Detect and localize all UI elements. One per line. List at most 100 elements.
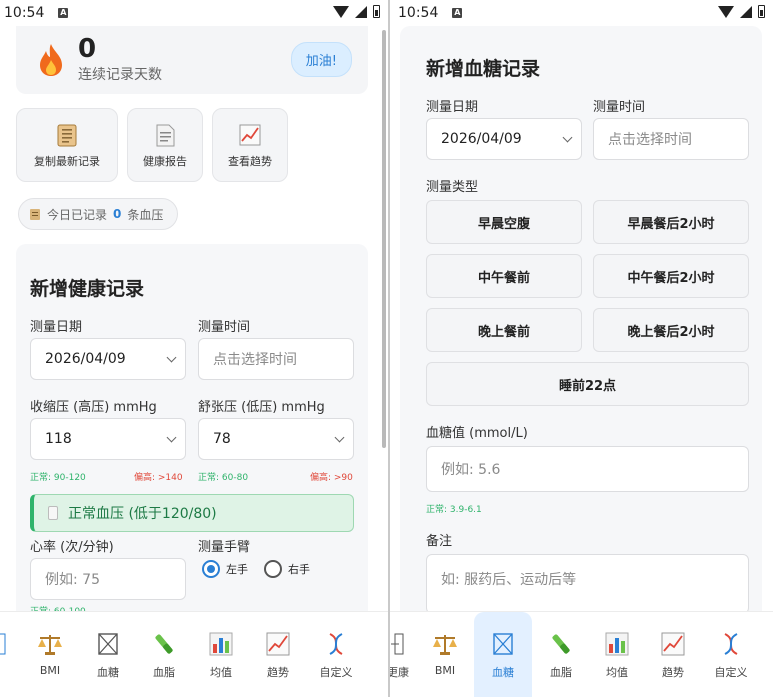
battery-icon bbox=[373, 5, 380, 18]
systolic-select[interactable]: 118 bbox=[30, 418, 186, 460]
today-count: 0 bbox=[113, 207, 122, 221]
note-textarea[interactable]: 如: 服药后、运动后等 bbox=[426, 554, 749, 614]
status-time: 10:54 bbox=[4, 5, 45, 21]
systolic-normal-text: 正常: 90-120 bbox=[30, 473, 86, 483]
nav-item-partial[interactable] bbox=[0, 612, 12, 697]
nav-label: 更康 bbox=[390, 666, 409, 679]
type-breakfast-2h-button[interactable]: 早晨餐后2小时 bbox=[593, 200, 749, 244]
glucose-icon bbox=[493, 633, 513, 655]
quick-action-label: 复制最新记录 bbox=[34, 155, 100, 168]
bp-status-text: 正常血压 (低于120/80) bbox=[68, 506, 217, 522]
systolic-label: 收缩压 (高压) mmHg bbox=[30, 400, 157, 415]
systolic-normal-hint: 正常: 90-120 bbox=[30, 470, 86, 483]
signal-icon bbox=[740, 5, 752, 18]
nav-item-average[interactable]: 均值 bbox=[589, 612, 645, 697]
type-dinner-2h-button[interactable]: 晚上餐后2小时 bbox=[593, 308, 749, 352]
arm-label: 测量手臂 bbox=[198, 540, 251, 555]
nav-label: 自定义 bbox=[319, 666, 353, 679]
nav-item-glucose[interactable]: 血糖 bbox=[474, 612, 532, 697]
diastolic-label: 舒张压 (低压) mmHg bbox=[198, 400, 325, 415]
systolic-value: 118 bbox=[45, 431, 72, 447]
nav-item-custom[interactable]: 自定义 bbox=[701, 612, 761, 697]
diastolic-select[interactable]: 78 bbox=[198, 418, 354, 460]
bar-chart-icon bbox=[209, 632, 233, 656]
date-value: 2026/04/09 bbox=[441, 131, 522, 147]
wifi-icon bbox=[718, 5, 734, 18]
date-select[interactable]: 2026/04/09 bbox=[30, 338, 186, 380]
nav-label: BMI bbox=[39, 664, 61, 677]
form-title: 新增健康记录 bbox=[30, 278, 145, 300]
time-input[interactable]: 点击选择时间 bbox=[198, 338, 354, 380]
today-suffix: 条血压 bbox=[127, 207, 164, 222]
trend-chart-icon bbox=[661, 632, 685, 656]
diastolic-normal-text: 正常: 60-80 bbox=[198, 473, 249, 483]
chevron-down-icon bbox=[166, 352, 177, 363]
nav-item-lipid[interactable]: 血脂 bbox=[533, 612, 589, 697]
diastolic-high-text: 偏高: >90 bbox=[310, 473, 353, 483]
nav-item-lipid[interactable]: 血脂 bbox=[136, 612, 192, 697]
today-record-pill: 今日已记录 0 条血压 bbox=[18, 198, 179, 230]
nav-item-custom[interactable]: 自定义 bbox=[306, 612, 366, 697]
nav-item-glucose[interactable]: 血糖 bbox=[80, 612, 136, 697]
date-label: 测量日期 bbox=[426, 100, 479, 115]
systolic-high-text: 偏高: >140 bbox=[134, 473, 183, 483]
chevron-down-icon bbox=[334, 432, 345, 443]
scale-icon bbox=[38, 635, 62, 655]
nav-item-average[interactable]: 均值 bbox=[193, 612, 249, 697]
custom-dna-icon bbox=[329, 633, 343, 655]
copy-latest-record-button[interactable]: 复制最新记录 bbox=[16, 108, 118, 182]
streak-card: 0 连续记录天数 加油! bbox=[16, 26, 368, 94]
lipid-icon bbox=[155, 634, 173, 654]
note-label: 备注 bbox=[426, 534, 453, 549]
glucose-normal-text: 正常: 3.9-6.1 bbox=[426, 505, 482, 515]
bottom-nav: BMI 血糖 血脂 均值 趋势 自定义 bbox=[0, 611, 388, 697]
form-title: 新增血糖记录 bbox=[426, 58, 541, 80]
arm-right-radio[interactable]: 右手 bbox=[264, 560, 310, 578]
nav-label: 血脂 bbox=[550, 666, 572, 679]
lipid-icon bbox=[552, 634, 570, 654]
today-prefix: 今日已记录 bbox=[47, 207, 108, 222]
type-before-lunch-button[interactable]: 中午餐前 bbox=[426, 254, 582, 298]
battery-icon bbox=[758, 5, 765, 18]
clipboard-icon bbox=[57, 124, 77, 147]
type-fasting-button[interactable]: 早晨空腹 bbox=[426, 200, 582, 244]
time-input[interactable]: 点击选择时间 bbox=[593, 118, 749, 160]
arm-left-radio[interactable]: 左手 bbox=[202, 560, 248, 578]
heart-rate-input[interactable]: 例如: 75 bbox=[30, 558, 186, 600]
view-trend-button[interactable]: 查看趋势 bbox=[212, 108, 288, 182]
nav-item-bmi[interactable]: BMI bbox=[417, 612, 473, 697]
streak-label: 连续记录天数 bbox=[78, 67, 162, 83]
nav-item-trend[interactable]: 趋势 bbox=[250, 612, 306, 697]
nav-item-trend[interactable]: 趋势 bbox=[645, 612, 701, 697]
glucose-label: 血糖值 (mmol/L) bbox=[426, 426, 528, 441]
blood-pressure-screen: 10:54 A 0 连续记录天数 加油! 复制最新记录 健康报告 查看趋势 今日… bbox=[0, 0, 388, 697]
date-select[interactable]: 2026/04/09 bbox=[426, 118, 582, 160]
health-report-button[interactable]: 健康报告 bbox=[127, 108, 203, 182]
nav-label: 血糖 bbox=[492, 666, 514, 679]
cheer-button[interactable]: 加油! bbox=[290, 42, 352, 77]
heart-rate-label: 心率 (次/分钟) bbox=[30, 540, 114, 555]
glucose-input[interactable]: 例如: 5.6 bbox=[426, 446, 749, 492]
partial-icon bbox=[0, 633, 6, 655]
status-indicator-icon bbox=[48, 506, 58, 520]
chevron-down-icon bbox=[562, 132, 573, 143]
diastolic-normal-hint: 正常: 60-80 bbox=[198, 470, 248, 483]
arm-left-label: 左手 bbox=[226, 563, 248, 576]
type-lunch-2h-button[interactable]: 中午餐后2小时 bbox=[593, 254, 749, 298]
type-bedtime-button[interactable]: 睡前22点 bbox=[426, 362, 749, 406]
nav-label: 均值 bbox=[210, 666, 232, 679]
type-before-dinner-button[interactable]: 晚上餐前 bbox=[426, 308, 582, 352]
quick-action-label: 查看趋势 bbox=[228, 155, 272, 168]
wifi-icon bbox=[333, 5, 349, 18]
nav-item-bmi[interactable]: BMI bbox=[22, 612, 78, 697]
quick-action-label: 健康报告 bbox=[143, 155, 187, 168]
partial-icon bbox=[391, 633, 404, 655]
systolic-high-hint: 偏高: >140 bbox=[134, 470, 183, 483]
scale-icon bbox=[433, 635, 457, 655]
time-label: 测量时间 bbox=[593, 100, 646, 115]
scrollbar[interactable] bbox=[382, 30, 386, 448]
type-label: 测量类型 bbox=[426, 180, 479, 195]
notification-icon: A bbox=[58, 8, 69, 18]
nav-label: 趋势 bbox=[267, 666, 289, 679]
bar-chart-icon bbox=[605, 632, 629, 656]
